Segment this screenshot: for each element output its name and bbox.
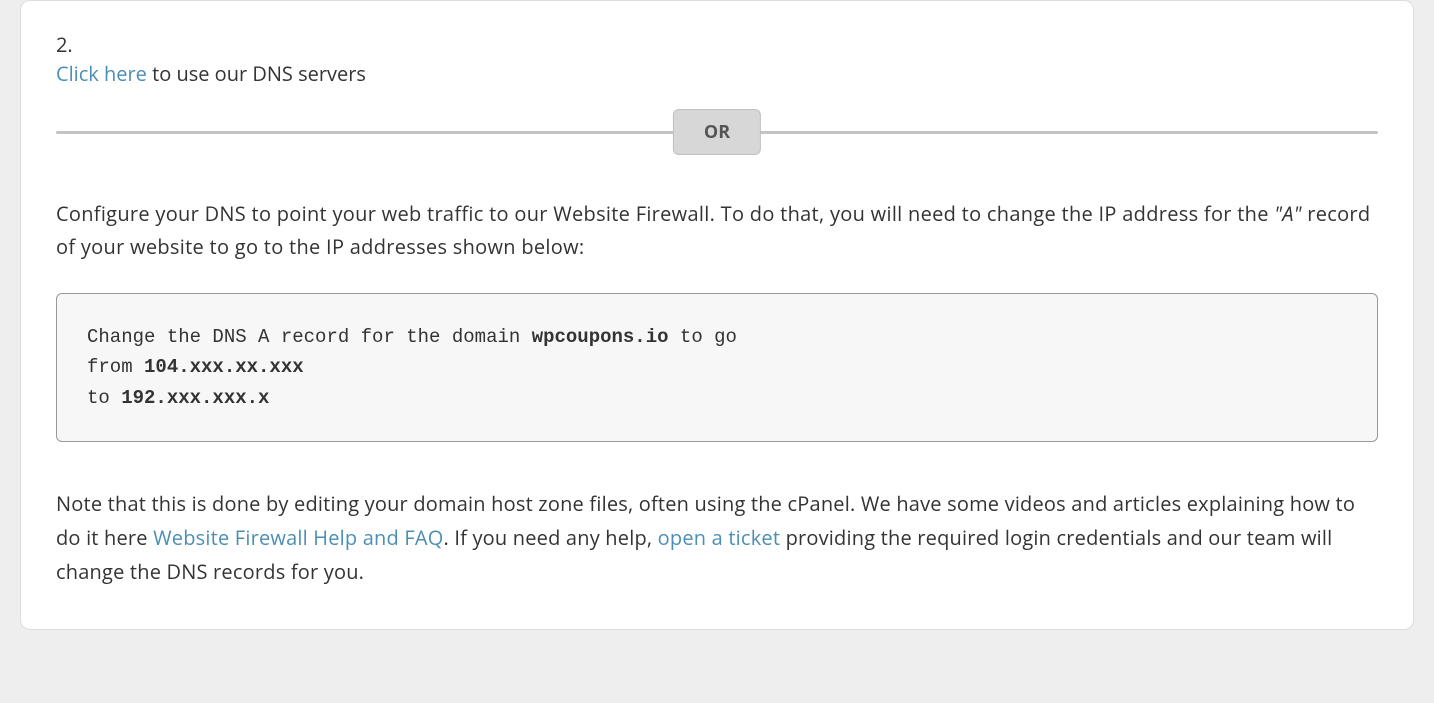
note-middle: . If you need any help,	[443, 524, 657, 551]
code-domain: wpcoupons.io	[532, 326, 669, 348]
dns-servers-suffix: to use our DNS servers	[147, 60, 366, 87]
faq-link[interactable]: Website Firewall Help and FAQ	[153, 524, 443, 551]
code-line3-prefix: to	[87, 387, 121, 409]
code-line-2: from 104.xxx.xx.xxx	[87, 352, 1347, 382]
code-line-1: Change the DNS A record for the domain w…	[87, 322, 1347, 352]
open-ticket-link[interactable]: open a ticket	[658, 524, 781, 551]
or-divider: OR	[56, 107, 1378, 157]
instruction-card: 2. Click here to use our DNS servers OR …	[20, 0, 1414, 630]
configure-prefix: Configure your DNS to point your web tra…	[56, 200, 1274, 227]
code-from-ip: 104.xxx.xx.xxx	[144, 356, 304, 378]
divider-label: OR	[673, 109, 761, 155]
code-line2-prefix: from	[87, 356, 144, 378]
dns-code-block: Change the DNS A record for the domain w…	[56, 293, 1378, 442]
code-to-ip: 192.xxx.xxx.x	[121, 387, 269, 409]
note-paragraph: Note that this is done by editing your d…	[56, 487, 1378, 589]
step-number: 2.	[56, 31, 1378, 58]
configure-paragraph: Configure your DNS to point your web tra…	[56, 197, 1378, 263]
dns-servers-line: Click here to use our DNS servers	[56, 60, 1378, 87]
code-line-3: to 192.xxx.xxx.x	[87, 383, 1347, 413]
code-line1-suffix: to go	[669, 326, 737, 348]
a-record-italic: "A"	[1274, 200, 1301, 227]
use-dns-servers-link[interactable]: Click here	[56, 60, 147, 87]
code-line1-prefix: Change the DNS A record for the domain	[87, 326, 532, 348]
